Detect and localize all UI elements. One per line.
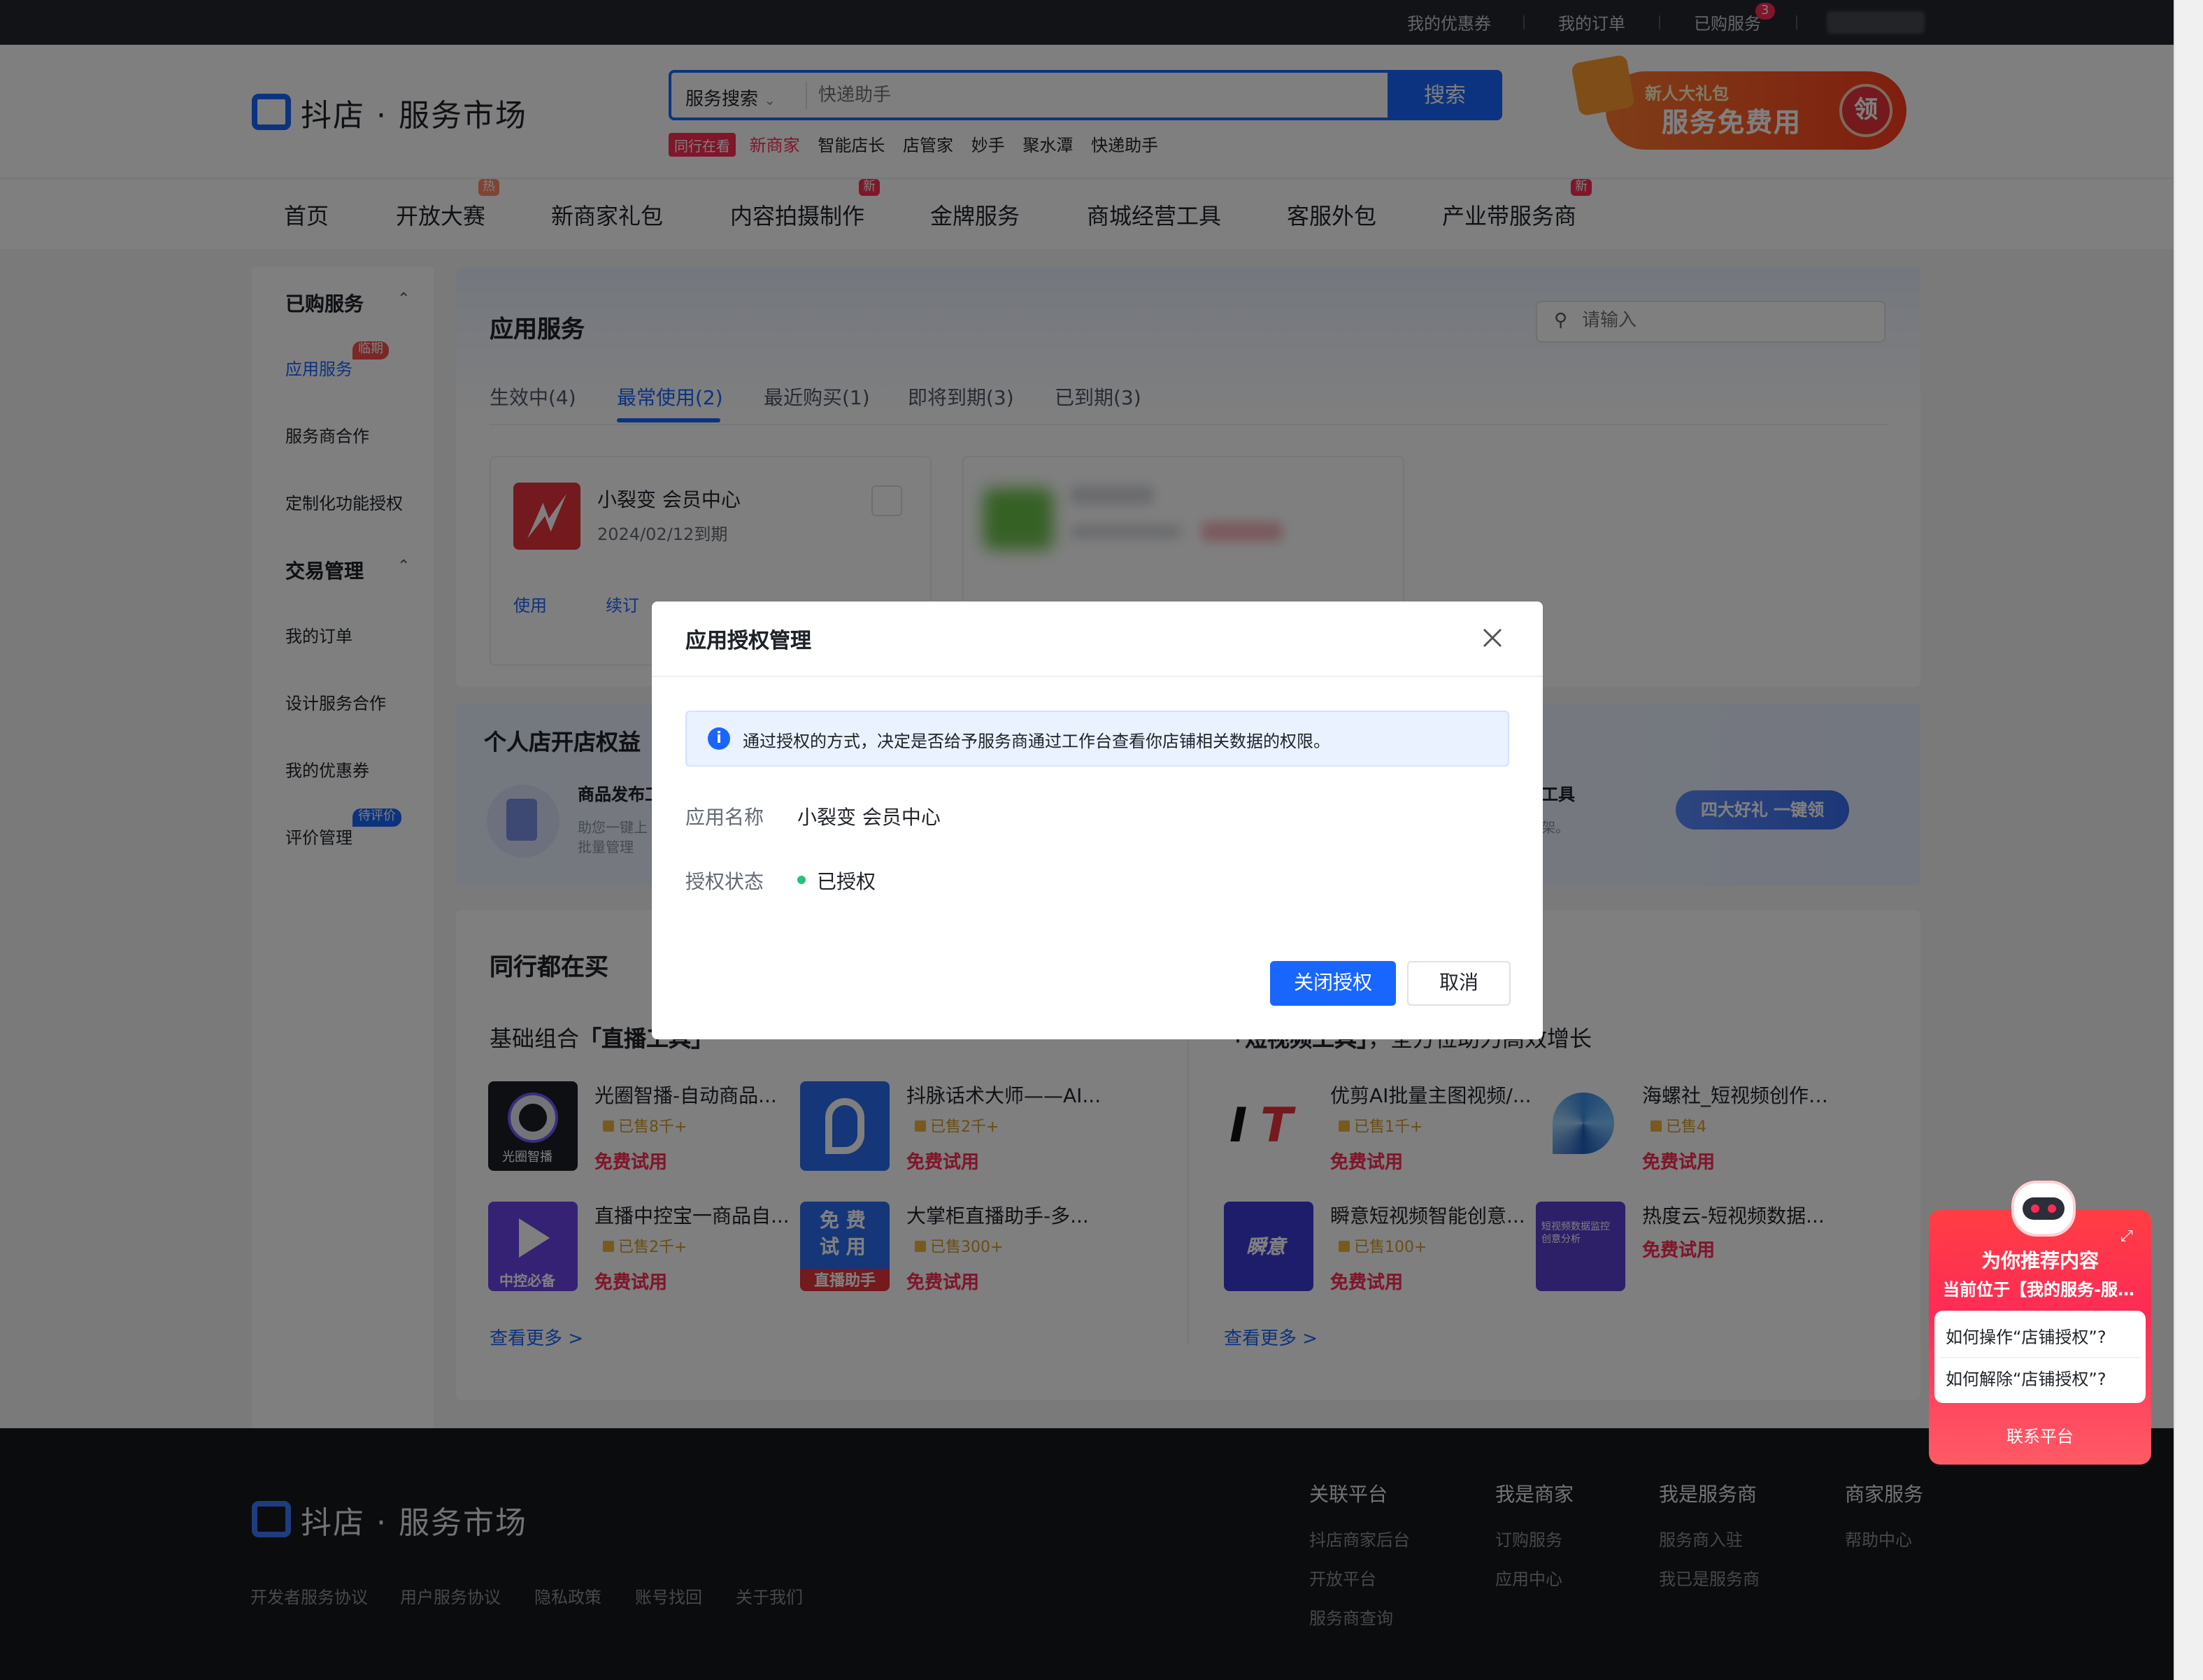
info-text: 通过授权的方式，决定是否给予服务商通过工作台查看你店铺相关数据的权限。	[743, 732, 1331, 751]
cancel-button[interactable]: 取消	[1407, 961, 1511, 1006]
auth-management-modal: 应用授权管理 i 通过授权的方式，决定是否给予服务商通过工作台查看你店铺相关数据…	[652, 601, 1543, 1039]
recommend-question[interactable]: 如何操作“店铺授权”?	[1946, 1325, 2106, 1348]
recommend-widget: ⤢ 为你推荐内容 当前位于【我的服务-服务授权】 如何操作“店铺授权”? 如何解…	[1929, 1210, 2151, 1465]
status-dot	[797, 876, 806, 884]
close-icon[interactable]	[1480, 625, 1505, 650]
info-alert: i 通过授权的方式，决定是否给予服务商通过工作台查看你店铺相关数据的权限。	[685, 711, 1509, 767]
recommend-questions: 如何操作“店铺授权”? 如何解除“店铺授权”?	[1934, 1311, 2146, 1403]
question-divider	[1940, 1357, 2140, 1358]
auth-status-value: 已授权	[817, 871, 876, 894]
contact-platform-button[interactable]: 联系平台	[1929, 1424, 2151, 1448]
robot-eye	[2048, 1204, 2056, 1213]
recommend-subtitle: 当前位于【我的服务-服务授权】	[1943, 1280, 2146, 1300]
info-icon: i	[708, 727, 730, 750]
recommend-title: 为你推荐内容	[1981, 1251, 2099, 1273]
recommend-question[interactable]: 如何解除“店铺授权”?	[1946, 1367, 2106, 1390]
auth-status-label: 授权状态	[685, 871, 764, 894]
modal-title: 应用授权管理	[685, 628, 812, 653]
revoke-auth-button[interactable]: 关闭授权	[1270, 961, 1396, 1006]
page-scrollbar[interactable]	[2174, 0, 2203, 1680]
robot-eye	[2031, 1204, 2039, 1213]
robot-assistant-icon[interactable]	[2000, 1169, 2087, 1248]
app-name-value: 小裂变 会员中心	[797, 807, 941, 830]
collapse-icon[interactable]: ⤢	[2120, 1227, 2133, 1246]
modal-header-divider	[652, 676, 1543, 677]
robot-face	[2023, 1197, 2065, 1220]
app-name-label: 应用名称	[685, 807, 764, 830]
